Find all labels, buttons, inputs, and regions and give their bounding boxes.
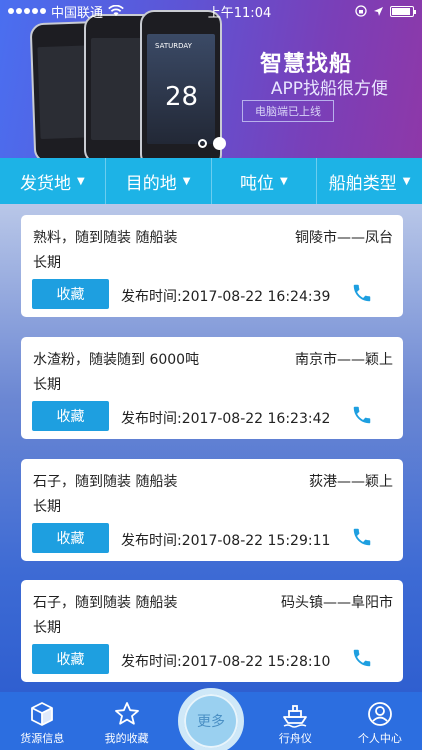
tab-cargo-info-label: 货源信息 — [20, 732, 65, 745]
phone-icon[interactable] — [351, 404, 373, 426]
status-bar: 中国联通 上午11:04 — [0, 0, 422, 22]
cargo-card[interactable]: 石子，随到随装 随船装 码头镇——阜阳市 长期 收藏 发布时间:2017-08-… — [21, 580, 403, 682]
filter-ship-type[interactable]: 船舶类型 ▼ — [317, 158, 422, 204]
cargo-card[interactable]: 熟料，随到随装 随船装 铜陵市——凤台 长期 收藏 发布时间:2017-08-2… — [21, 215, 403, 317]
more-button[interactable]: 更多 — [178, 688, 244, 750]
carousel-dot[interactable] — [198, 139, 207, 148]
weather-temperature: 28 — [165, 82, 199, 112]
publish-time: 发布时间:2017-08-22 16:23:42 — [121, 411, 331, 427]
cargo-route: 荻港——颖上 — [309, 474, 393, 490]
favorite-button[interactable]: 收藏 — [32, 523, 109, 553]
chevron-down-icon: ▼ — [182, 175, 191, 187]
ship-icon — [283, 705, 308, 728]
user-icon — [367, 702, 392, 726]
cargo-list[interactable]: 熟料，随到随装 随船装 铜陵市——凤台 长期 收藏 发布时间:2017-08-2… — [0, 204, 422, 692]
cargo-route: 铜陵市——凤台 — [295, 230, 393, 246]
tab-profile-label: 个人中心 — [357, 732, 402, 745]
chevron-down-icon: ▼ — [280, 175, 288, 187]
phone-icon[interactable] — [351, 526, 373, 548]
cargo-description: 石子，随到随装 随船装 — [33, 474, 178, 490]
signal-icon — [8, 8, 46, 14]
favorite-button[interactable]: 收藏 — [32, 279, 109, 309]
orientation-lock-icon — [355, 5, 367, 17]
filter-destination[interactable]: 目的地 ▼ — [106, 158, 212, 204]
clock: 上午11:04 — [207, 5, 272, 21]
filter-ship-type-label: 船舶类型 — [328, 173, 397, 194]
cargo-description: 石子，随到随装 随船装 — [33, 595, 178, 611]
tab-favorites-label: 我的收藏 — [104, 732, 149, 745]
battery-icon — [389, 5, 416, 17]
carrier-name: 中国联通 — [51, 5, 104, 21]
cargo-card[interactable]: 石子，随到随装 随船装 荻港——颖上 长期 收藏 发布时间:2017-08-22… — [21, 459, 403, 561]
cargo-period: 长期 — [33, 620, 61, 636]
wifi-icon — [108, 5, 124, 16]
phone-icon[interactable] — [351, 282, 373, 304]
tab-ship-tracker[interactable]: 行舟仪 — [253, 692, 337, 750]
publish-time: 发布时间:2017-08-22 15:29:11 — [121, 533, 331, 549]
cargo-description: 熟料，随到随装 随船装 — [33, 230, 178, 246]
tab-favorites[interactable]: 我的收藏 — [84, 692, 168, 750]
phone-image-right: SATURDAY 28 — [140, 10, 222, 158]
filter-tonnage-label: 吨位 — [240, 173, 275, 194]
favorite-button[interactable]: 收藏 — [32, 401, 109, 431]
cube-icon — [31, 702, 54, 726]
filter-tonnage[interactable]: 吨位 ▼ — [212, 158, 318, 204]
carousel-dots[interactable] — [198, 137, 226, 150]
chevron-down-icon: ▼ — [77, 175, 85, 187]
carousel-dot-active[interactable] — [213, 137, 226, 150]
publish-time: 发布时间:2017-08-22 15:28:10 — [121, 654, 331, 670]
cargo-card[interactable]: 水渣粉，随装随到 6000吨 南京市——颖上 长期 收藏 发布时间:2017-0… — [21, 337, 403, 439]
tab-profile[interactable]: 个人中心 — [338, 692, 422, 750]
weather-day-label: SATURDAY — [155, 42, 192, 50]
star-icon — [114, 702, 139, 725]
cargo-period: 长期 — [33, 377, 61, 393]
tab-cargo-info[interactable]: 货源信息 — [0, 692, 84, 750]
filter-destination-label: 目的地 — [125, 173, 177, 194]
banner-subtitle: APP找船很方便 — [270, 79, 388, 99]
cargo-route: 南京市——颖上 — [295, 352, 393, 368]
cargo-route: 码头镇——阜阳市 — [281, 595, 393, 611]
more-button-label: 更多 — [197, 714, 225, 730]
filter-bar: 发货地 ▼ 目的地 ▼ 吨位 ▼ 船舶类型 ▼ — [0, 158, 422, 204]
banner[interactable]: SATURDAY 28 智慧找船 APP找船很方便 电脑端已上线 — [0, 0, 422, 158]
cargo-description: 水渣粉，随装随到 6000吨 — [33, 352, 200, 368]
banner-web-button[interactable]: 电脑端已上线 — [242, 100, 334, 122]
phone-icon[interactable] — [351, 647, 373, 669]
location-icon — [373, 6, 383, 16]
favorite-button[interactable]: 收藏 — [32, 644, 109, 674]
publish-time: 发布时间:2017-08-22 16:24:39 — [121, 289, 331, 305]
filter-origin-label: 发货地 — [20, 173, 72, 194]
tab-ship-tracker-label: 行舟仪 — [278, 732, 312, 745]
cargo-period: 长期 — [33, 499, 61, 515]
filter-origin[interactable]: 发货地 ▼ — [0, 158, 106, 204]
cargo-period: 长期 — [33, 255, 61, 271]
chevron-down-icon: ▼ — [402, 175, 411, 187]
